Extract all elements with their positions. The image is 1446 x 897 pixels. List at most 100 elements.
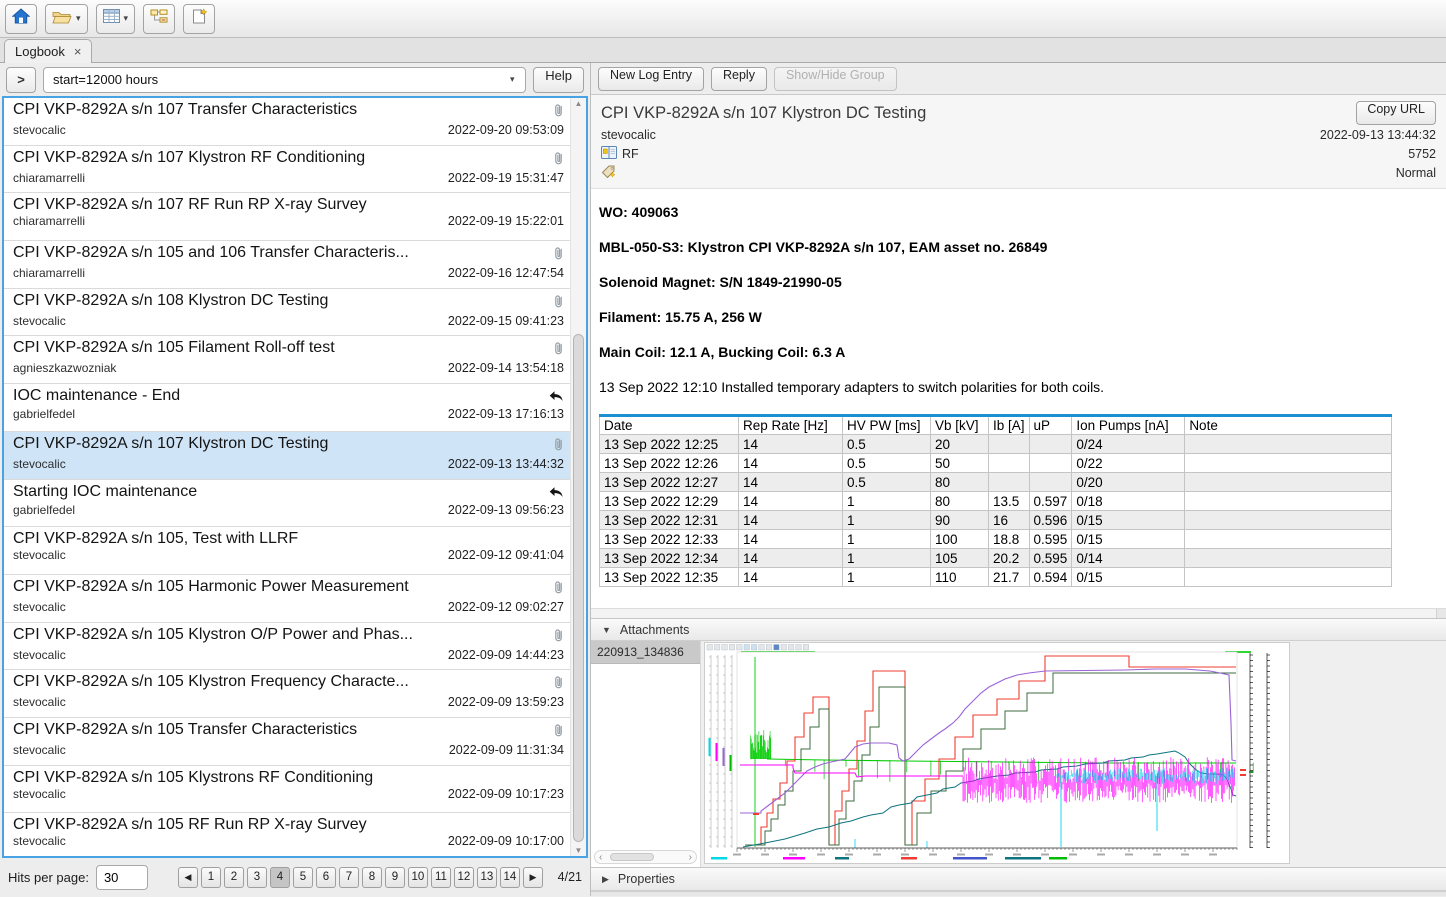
list-item[interactable]: CPI VKP-8292A s/n 105 RF Run RP X-ray Su… [4, 813, 570, 856]
list-item[interactable]: CPI VKP-8292A s/n 105 Transfer Character… [4, 718, 570, 766]
table-cell: 0/15 [1072, 511, 1185, 530]
list-item[interactable]: CPI VKP-8292A s/n 105 Filament Roll-off … [4, 336, 570, 384]
home-button[interactable] [5, 4, 37, 34]
table-cell: 13 Sep 2022 12:26 [600, 454, 739, 473]
table-cell: 90 [931, 511, 989, 530]
scrollbar-thumb[interactable] [573, 334, 584, 842]
table-cell: 14 [739, 530, 843, 549]
entry-title: CPI VKP-8292A s/n 105 Harmonic Power Mea… [13, 578, 409, 596]
new-log-entry-button[interactable]: New Log Entry [598, 67, 704, 91]
hits-per-page-input[interactable] [96, 865, 148, 890]
entry-list-scrollbar[interactable]: ▲ ▼ [570, 98, 586, 856]
list-item[interactable]: CPI VKP-8292A s/n 105 Klystrons RF Condi… [4, 766, 570, 814]
table-row: 13 Sep 2022 12:3314110018.80.5950/15 [600, 530, 1392, 549]
help-button[interactable]: Help [533, 67, 584, 93]
list-item[interactable]: Starting IOC maintenancegabrielfedel2022… [4, 480, 570, 528]
page-button-13[interactable]: 13 [477, 867, 497, 888]
new-entry-button[interactable] [183, 4, 215, 34]
search-combobox: ▾ [43, 67, 526, 93]
entry-timestamp: 2022-09-13 17:16:13 [448, 407, 564, 421]
body-line: Solenoid Magnet: S/N 1849-21990-05 [599, 274, 1446, 290]
search-dropdown-button[interactable]: ▾ [499, 68, 525, 92]
table-cell [989, 454, 1030, 473]
page-button-11[interactable]: 11 [431, 867, 451, 888]
entry-author: gabrielfedel [13, 503, 75, 517]
page-button-5[interactable]: 5 [293, 867, 313, 888]
tab-logbook[interactable]: Logbook × [4, 39, 92, 63]
next-page-button[interactable]: ▶ [523, 867, 543, 888]
entry-body-text: WO: 409063MBL-050-S3: Klystron CPI VKP-8… [599, 204, 1446, 395]
attachment-icon [553, 343, 564, 360]
properties-header[interactable]: ▶ Properties [591, 867, 1446, 891]
properties-label: Properties [618, 872, 675, 886]
scroll-right-icon[interactable]: › [689, 852, 692, 863]
list-item[interactable]: CPI VKP-8292A s/n 105 and 106 Transfer C… [4, 241, 570, 289]
run-search-button[interactable]: > [6, 67, 36, 93]
attachment-icon [553, 248, 564, 265]
strip-chart-image [705, 643, 1289, 863]
table-cell: 1 [843, 530, 931, 549]
entry-title: IOC maintenance - End [13, 387, 180, 405]
entry-body: WO: 409063MBL-050-S3: Klystron CPI VKP-8… [591, 189, 1446, 608]
prev-page-button[interactable]: ◀ [178, 867, 198, 888]
attachment-list-hscrollbar[interactable]: ‹ › [594, 850, 697, 864]
scroll-up-icon[interactable]: ▲ [571, 99, 586, 108]
entry-author: gabrielfedel [13, 407, 75, 421]
list-item[interactable]: CPI VKP-8292A s/n 107 Transfer Character… [4, 98, 570, 146]
copy-url-button[interactable]: Copy URL [1356, 101, 1436, 125]
entry-author: stevocalic [13, 123, 66, 137]
detail-toolbar: New Log Entry Reply Show/Hide Group [591, 63, 1446, 95]
list-item[interactable]: CPI VKP-8292A s/n 105 Klystron Frequency… [4, 670, 570, 718]
body-horizontal-scrollbar[interactable] [591, 608, 1446, 618]
page-button-1[interactable]: 1 [201, 867, 221, 888]
table-cell: 100 [931, 530, 989, 549]
list-item[interactable]: CPI VKP-8292A s/n 105, Test with LLRFste… [4, 527, 570, 575]
open-folder-icon [52, 9, 72, 29]
table-cell: 14 [739, 454, 843, 473]
table-cell: 13 Sep 2022 12:27 [600, 473, 739, 492]
page-button-12[interactable]: 12 [454, 867, 474, 888]
page-button-9[interactable]: 9 [385, 867, 405, 888]
attachment-item[interactable]: 220913_134836 [591, 641, 700, 664]
page-button-3[interactable]: 3 [247, 867, 267, 888]
page-button-7[interactable]: 7 [339, 867, 359, 888]
list-item[interactable]: CPI VKP-8292A s/n 107 RF Run RP X-ray Su… [4, 193, 570, 241]
page-button-4[interactable]: 4 [270, 867, 290, 888]
table-cell: 0/14 [1072, 549, 1185, 568]
table-cell [1185, 435, 1392, 454]
page-button-6[interactable]: 6 [316, 867, 336, 888]
page-button-10[interactable]: 10 [408, 867, 428, 888]
list-item[interactable]: CPI VKP-8292A s/n 105 Klystron O/P Power… [4, 623, 570, 671]
page-position: 4/21 [558, 870, 582, 884]
attachment-preview-image[interactable] [704, 642, 1290, 864]
list-item[interactable]: CPI VKP-8292A s/n 108 Klystron DC Testin… [4, 289, 570, 337]
tab-close-icon[interactable]: × [74, 44, 82, 59]
page-button-2[interactable]: 2 [224, 867, 244, 888]
table-cell: 13 Sep 2022 12:34 [600, 549, 739, 568]
group-tree-button[interactable] [143, 4, 175, 34]
table-cell: 14 [739, 473, 843, 492]
table-cell: 0.5 [843, 435, 931, 454]
attachments-header[interactable]: ▼ Attachments [591, 618, 1446, 641]
show-hide-group-button[interactable]: Show/Hide Group [774, 67, 897, 91]
tab-label: Logbook [15, 44, 65, 59]
page-button-14[interactable]: 14 [500, 867, 520, 888]
table-cell: 13.5 [989, 492, 1030, 511]
scroll-left-icon[interactable]: ‹ [599, 852, 602, 863]
list-item[interactable]: CPI VKP-8292A s/n 107 Klystron RF Condit… [4, 146, 570, 194]
list-item[interactable]: IOC maintenance - End gabrielfedel 2022-09… [4, 384, 570, 432]
open-logbook-button[interactable]: ▾ [45, 4, 88, 34]
page-buttons: ◀1234567891011121314▶ [178, 867, 543, 888]
search-input[interactable] [44, 72, 499, 87]
reply-icon [549, 389, 564, 406]
list-item[interactable]: CPI VKP-8292A s/n 107 Klystron DC Testin… [4, 432, 570, 480]
reply-button[interactable]: Reply [711, 67, 767, 91]
hscrollbar-thumb[interactable] [610, 853, 654, 861]
page-button-8[interactable]: 8 [362, 867, 382, 888]
table-cell: 50 [931, 454, 989, 473]
view-table-button[interactable]: ▾ [96, 4, 136, 34]
list-item[interactable]: CPI VKP-8292A s/n 105 Harmonic Power Mea… [4, 575, 570, 623]
table-cell: 16 [989, 511, 1030, 530]
scroll-down-icon[interactable]: ▼ [571, 846, 586, 855]
entry-author: stevocalic [13, 648, 66, 662]
